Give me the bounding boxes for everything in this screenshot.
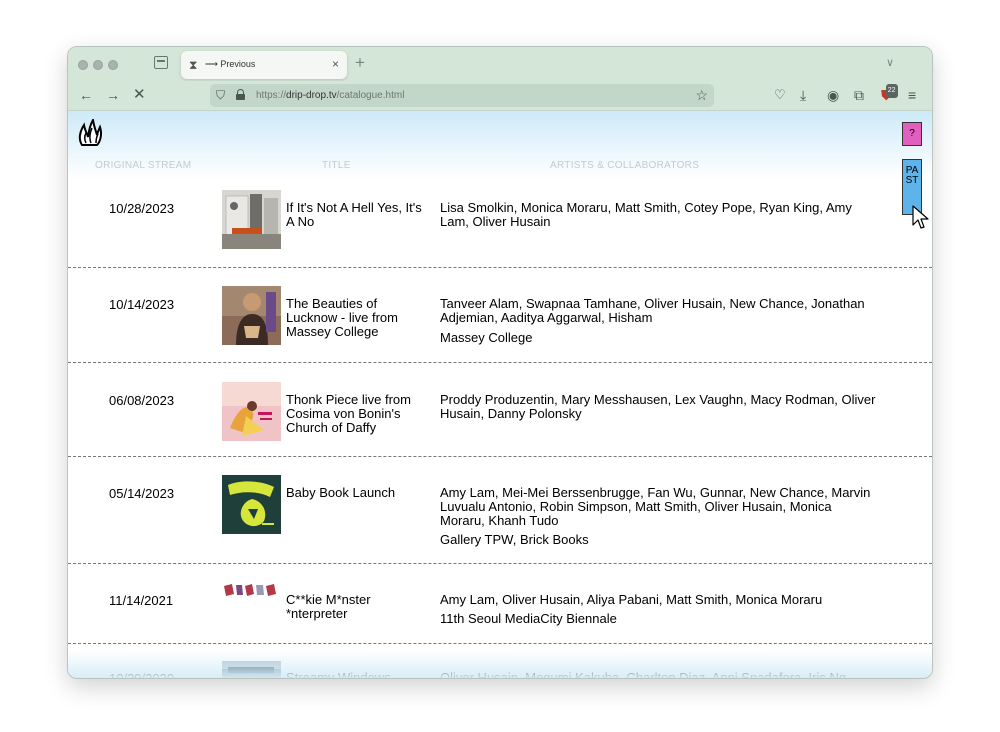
lock-icon[interactable] bbox=[236, 89, 245, 100]
column-header-artists[interactable]: ARTISTS & COLLABORATORS bbox=[550, 160, 699, 171]
row-title[interactable]: C**kie M*nster *nterpreter bbox=[286, 593, 424, 621]
tab-previous[interactable]: ⧗ ⟶ Previous × bbox=[181, 51, 347, 79]
row-thumbnail[interactable] bbox=[222, 661, 281, 678]
hourglass-icon: ⧗ bbox=[189, 58, 198, 72]
row-divider bbox=[68, 267, 932, 268]
row-title[interactable]: The Beauties of Lucknow - live from Mass… bbox=[286, 297, 424, 339]
row-artists: Proddy Produzentin, Mary Messhausen, Lex… bbox=[440, 392, 876, 421]
column-header-stream[interactable]: ORIGINAL STREAM bbox=[95, 160, 191, 171]
help-button[interactable]: ? bbox=[902, 122, 922, 146]
row-artists: Oliver Husain, Megumi Kakuba, Charlton D… bbox=[440, 670, 847, 679]
row-artists: Amy Lam, Oliver Husain, Aliya Pabani, Ma… bbox=[440, 592, 823, 607]
past-button-label: PAST bbox=[905, 165, 919, 186]
drip-logo-icon[interactable] bbox=[78, 119, 102, 147]
minimize-window-button[interactable] bbox=[93, 60, 103, 70]
ublock-icon[interactable]: ⛊22 bbox=[881, 84, 898, 102]
row-venue: 11th Seoul MediaCity Biennale bbox=[440, 611, 617, 626]
row-thumbnail[interactable] bbox=[222, 286, 281, 345]
row-date: 10/29/2020 bbox=[109, 671, 175, 679]
row-date: 06/08/2023 bbox=[109, 393, 175, 408]
tab-list-icon[interactable] bbox=[154, 56, 168, 69]
bookmark-star-icon[interactable]: ☆ bbox=[695, 87, 708, 104]
account-icon[interactable]: ◉ bbox=[827, 88, 839, 102]
close-tab-icon[interactable]: × bbox=[332, 57, 339, 71]
row-divider bbox=[68, 456, 932, 457]
row-artists: Lisa Smolkin, Monica Moraru, Matt Smith,… bbox=[440, 200, 852, 229]
close-window-button[interactable] bbox=[78, 60, 88, 70]
row-divider bbox=[68, 563, 932, 564]
back-icon[interactable]: ← bbox=[79, 88, 93, 102]
menu-icon[interactable]: ≡ bbox=[908, 88, 916, 102]
page-content: ORIGINAL STREAM TITLE ARTISTS & COLLABOR… bbox=[68, 111, 932, 679]
extension-badge: 22 bbox=[885, 84, 898, 98]
chevron-down-icon[interactable]: ∨ bbox=[886, 56, 894, 69]
pointer-cursor-icon bbox=[912, 205, 929, 229]
row-artists: Tanveer Alam, Swapnaa Tamhane, Oliver Hu… bbox=[440, 296, 865, 325]
row-artists: Amy Lam, Mei-Mei Berssenbrugge, Fan Wu, … bbox=[440, 485, 871, 528]
row-venue: Gallery TPW, Brick Books bbox=[440, 532, 589, 547]
stop-loading-icon[interactable]: ✕ bbox=[133, 87, 146, 102]
row-thumbnail[interactable] bbox=[222, 190, 281, 249]
pocket-icon[interactable]: ♡ bbox=[774, 88, 786, 102]
url-bar[interactable]: ⛉ https://drip-drop.tv/catalogue.html ☆ bbox=[210, 84, 714, 107]
row-venue: Massey College bbox=[440, 330, 533, 345]
new-tab-button[interactable]: + bbox=[355, 53, 365, 73]
row-thumbnail[interactable] bbox=[222, 382, 281, 441]
navigation-bar: ← → ✕ ⛉ https://drip-drop.tv/catalogue.h… bbox=[68, 81, 932, 111]
row-divider bbox=[68, 362, 932, 363]
zoom-window-button[interactable] bbox=[108, 60, 118, 70]
tab-title: ⟶ Previous bbox=[205, 59, 256, 69]
row-date: 05/14/2023 bbox=[109, 486, 175, 501]
column-header-title[interactable]: TITLE bbox=[322, 160, 351, 171]
row-title[interactable]: Thonk Piece live from Cosima von Bonin's… bbox=[286, 393, 424, 435]
header-background bbox=[68, 111, 932, 181]
row-title[interactable]: If It's Not A Hell Yes, It's A No bbox=[286, 201, 424, 229]
row-title[interactable]: Baby Book Launch bbox=[286, 486, 424, 500]
row-divider bbox=[68, 643, 932, 644]
row-date: 11/14/2021 bbox=[109, 593, 174, 608]
tab-strip: ⧗ ⟶ Previous × + ∨ bbox=[68, 47, 932, 81]
forward-icon[interactable]: → bbox=[106, 88, 120, 102]
row-date: 10/14/2023 bbox=[109, 297, 175, 312]
shield-icon[interactable]: ⛉ bbox=[216, 88, 225, 103]
extensions-icon[interactable]: ⧉ bbox=[854, 88, 864, 102]
url-text[interactable]: https://drip-drop.tv/catalogue.html bbox=[256, 90, 404, 101]
row-title[interactable]: Streamy Windows bbox=[286, 671, 424, 679]
row-thumbnail[interactable] bbox=[222, 475, 281, 534]
download-icon[interactable]: ⤓ bbox=[800, 88, 806, 102]
row-thumbnail[interactable] bbox=[222, 582, 281, 598]
row-date: 10/28/2023 bbox=[109, 201, 175, 216]
browser-window: ⧗ ⟶ Previous × + ∨ ← → ✕ ⛉ https://drip-… bbox=[67, 46, 933, 679]
